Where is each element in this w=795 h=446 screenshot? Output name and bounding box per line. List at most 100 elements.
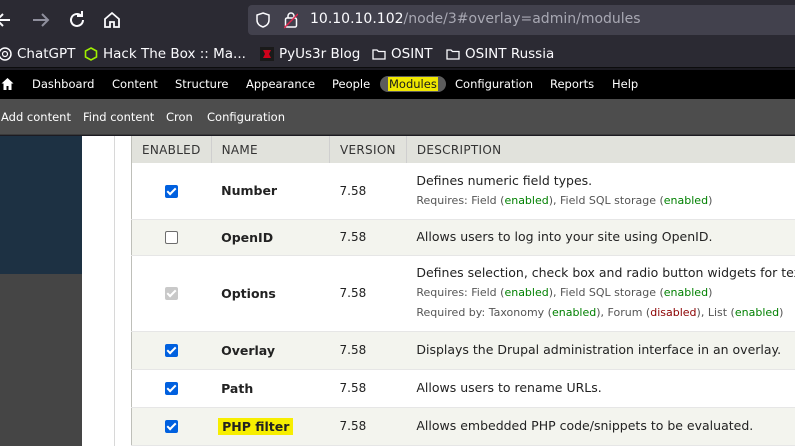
shortcuts-bar: Add content Find content Cron Configurat… [0, 99, 795, 135]
admin-menu-modules-label: Modules [388, 77, 438, 91]
module-required-by: Required by: Taxonomy (enabled), Forum (… [416, 306, 784, 319]
enabled-cell [131, 255, 212, 332]
description-cell: Defines selection, check box and radio b… [406, 255, 795, 332]
url-text[interactable]: 10.10.10.102/node/3#overlay=admin/module… [310, 11, 641, 27]
shortcut-add-content[interactable]: Add content [1, 110, 71, 124]
table-row: PHP filter 7.58 Allows embedded PHP code… [131, 407, 795, 446]
enabled-cell [131, 407, 212, 446]
blog-icon [260, 47, 274, 61]
description-cell: Displays the Drupal administration inter… [406, 331, 795, 370]
module-version: 7.58 [329, 331, 407, 370]
bookmark-pyus3r-blog[interactable]: PyUs3r Blog [260, 45, 360, 63]
enable-checkbox-options [165, 287, 179, 300]
bookmark-label: ChatGPT [17, 46, 76, 62]
module-name: Options [211, 255, 330, 332]
table-row: Number 7.58 Defines numeric field types.… [131, 163, 795, 220]
bookmark-osint-russia[interactable]: OSINT Russia [446, 45, 554, 63]
module-name: Path [211, 369, 330, 408]
home-icon[interactable] [100, 8, 124, 32]
shield-icon[interactable] [256, 12, 270, 28]
dependency-status: enabled [504, 286, 549, 299]
enabled-cell [131, 163, 212, 220]
module-description: Displays the Drupal administration inter… [416, 342, 782, 357]
module-name: Overlay [211, 331, 330, 370]
enabled-cell [131, 369, 212, 408]
description-cell: Allows embedded PHP code/snippets to be … [406, 407, 795, 446]
dependency-name: Field [471, 193, 497, 207]
home-icon[interactable] [1, 77, 14, 91]
bookmark-label: Hack The Box :: Ma... [103, 46, 246, 62]
admin-menu-modules[interactable]: Modules [380, 76, 446, 92]
header-version: VERSION [329, 136, 407, 163]
shortcut-cron[interactable]: Cron [166, 110, 193, 124]
required-by-label: Required by: [416, 306, 489, 319]
dependency-name: Forum [607, 306, 643, 319]
bookmark-osint[interactable]: OSINT [372, 45, 433, 63]
lock-insecure-icon[interactable] [284, 11, 298, 29]
modules-table: ENABLED NAME VERSION DESCRIPTION Number … [131, 136, 795, 446]
url-path: /node/3#overlay=admin/modules [403, 11, 641, 27]
admin-menu-help[interactable]: Help [612, 77, 638, 91]
dependency-name: List [707, 306, 728, 319]
module-name: PHP filter [218, 417, 294, 435]
bookmarks-bar: ChatGPT Hack The Box :: Ma... PyUs3r Blo… [0, 40, 795, 68]
description-cell: Allows users to log into your site using… [406, 219, 795, 256]
browser-toolbar: 10.10.10.102/node/3#overlay=admin/module… [0, 0, 795, 40]
table-row: Overlay 7.58 Displays the Drupal adminis… [131, 331, 795, 370]
admin-menu-appearance[interactable]: Appearance [246, 77, 315, 91]
module-version: 7.58 [329, 255, 407, 332]
module-version: 7.58 [329, 163, 407, 220]
module-name: Number [211, 163, 330, 220]
header-name: NAME [210, 136, 330, 163]
module-description: Defines selection, check box and radio b… [416, 265, 795, 280]
dependency-name: Field SQL storage [560, 193, 656, 207]
module-description: Allows embedded PHP code/snippets to be … [416, 418, 754, 433]
admin-menu-content[interactable]: Content [112, 77, 158, 91]
header-enabled: ENABLED [131, 136, 212, 163]
enable-checkbox-overlay[interactable] [165, 344, 179, 357]
admin-menu-reports[interactable]: Reports [550, 77, 594, 91]
reload-icon[interactable] [65, 8, 89, 32]
enabled-cell [131, 219, 212, 256]
requires-label: Requires: [416, 193, 472, 207]
requires-label: Requires: [416, 286, 472, 299]
htb-icon [84, 47, 98, 61]
page-sidebar [0, 136, 82, 274]
forward-icon[interactable] [29, 8, 53, 32]
module-description: Allows users to rename URLs. [416, 380, 602, 395]
folder-icon [446, 49, 460, 60]
dependency-status: enabled [504, 193, 549, 207]
enable-checkbox-path[interactable] [165, 382, 179, 395]
dependency-status: enabled [734, 306, 780, 319]
dependency-name: Field SQL storage [560, 286, 656, 299]
module-name: OpenID [211, 219, 330, 256]
shortcut-find-content[interactable]: Find content [83, 110, 154, 124]
module-name-cell: PHP filter [211, 407, 330, 446]
url-host: 10.10.10.102 [310, 11, 404, 27]
shortcut-configuration[interactable]: Configuration [207, 110, 285, 124]
enable-checkbox-php-filter[interactable] [165, 420, 179, 433]
admin-menu-structure[interactable]: Structure [175, 77, 229, 91]
folder-icon [372, 49, 386, 60]
bookmark-label: PyUs3r Blog [279, 46, 361, 62]
dependency-name: Taxonomy [488, 306, 545, 319]
enable-checkbox-number[interactable] [165, 184, 179, 198]
admin-menu-dashboard[interactable]: Dashboard [32, 77, 94, 91]
module-description: Allows users to log into your site using… [416, 229, 713, 244]
enable-checkbox-openid[interactable] [165, 231, 179, 244]
admin-toolbar: Dashboard Content Structure Appearance P… [0, 70, 795, 99]
bookmark-chatgpt[interactable]: ChatGPT [0, 45, 75, 63]
table-header-row: ENABLED NAME VERSION DESCRIPTION [131, 136, 795, 163]
bookmark-hackthebox[interactable]: Hack The Box :: Ma... [84, 45, 246, 63]
bookmark-label: OSINT Russia [465, 46, 555, 62]
table-row: Options 7.58 Defines selection, check bo… [131, 255, 795, 332]
module-version: 7.58 [329, 369, 407, 408]
table-row: OpenID 7.58 Allows users to log into you… [131, 219, 795, 256]
description-cell: Defines numeric field types. Requires: F… [406, 163, 795, 220]
back-icon[interactable] [0, 8, 18, 32]
header-description: DESCRIPTION [405, 136, 795, 163]
module-version: 7.58 [329, 219, 407, 256]
admin-menu-configuration[interactable]: Configuration [455, 77, 533, 91]
admin-menu-people[interactable]: People [332, 77, 370, 91]
url-bar[interactable]: 10.10.10.102/node/3#overlay=admin/module… [248, 5, 795, 35]
